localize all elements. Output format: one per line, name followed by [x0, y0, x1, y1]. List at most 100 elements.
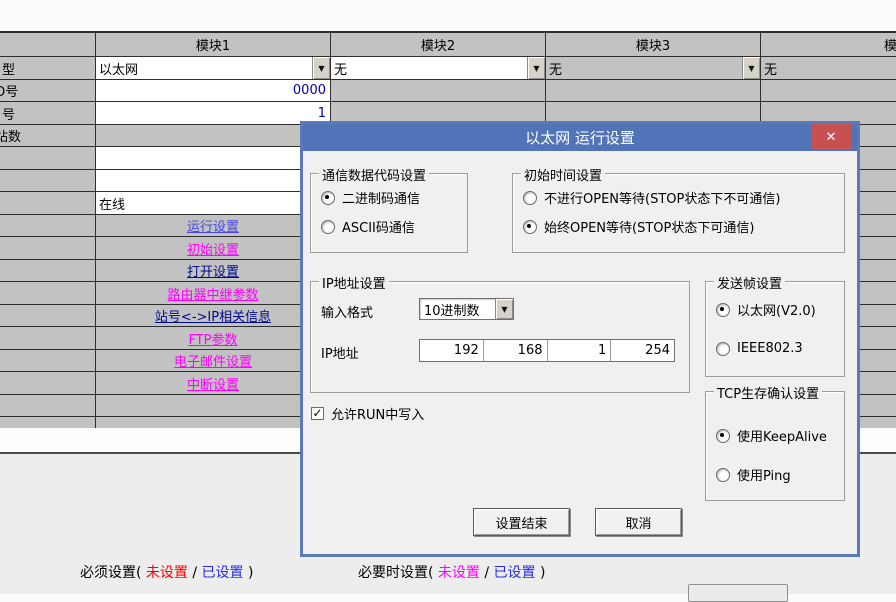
column-header: 模块1	[96, 33, 331, 57]
cell-text: 电子邮件设置	[174, 351, 252, 370]
partial-button[interactable]	[688, 584, 788, 602]
setting-button[interactable]: 运行设置	[96, 215, 331, 237]
checkbox-label: 允许RUN中写入	[331, 404, 424, 423]
network-no-cell[interactable]: 1	[96, 102, 331, 125]
cell-text: 号	[2, 104, 15, 123]
setting-end-button[interactable]: 设置结束	[473, 508, 570, 536]
group-title: 初始时间设置	[521, 165, 605, 184]
cell-text: 站数	[0, 126, 21, 145]
cell-text: 运行设置	[187, 216, 239, 235]
cell-text: 1	[318, 106, 326, 121]
setting-button[interactable]: 初始设置	[96, 237, 331, 260]
mode-cell[interactable]: 在线	[96, 192, 331, 215]
row-label	[0, 147, 96, 170]
dialog-body: 通信数据代码设置 二进制码通信 ASCII码通信 初始时间设置 不进行OPEN等…	[303, 151, 857, 554]
close-button[interactable]: ✕	[811, 124, 851, 150]
dialog-titlebar[interactable]: 以太网 运行设置 ✕	[303, 124, 857, 151]
radio-icon	[523, 220, 537, 234]
radio-icon	[321, 191, 335, 205]
row-label	[0, 282, 96, 305]
radio-ieee802-3[interactable]: IEEE802.3	[706, 341, 844, 356]
ip-address-field: 192 168 1 254	[419, 339, 675, 362]
row-label	[0, 372, 96, 395]
ip-octet-1[interactable]: 192	[420, 340, 483, 361]
legend-separator: /	[484, 565, 489, 581]
table-cell	[96, 125, 331, 147]
row-label	[0, 327, 96, 350]
table-cell	[96, 395, 331, 417]
checkbox-enable-run-write[interactable]: ✓ 允许RUN中写入	[311, 404, 424, 423]
cell-text: O号	[0, 81, 18, 100]
group-title: 通信数据代码设置	[319, 165, 429, 184]
row-label	[0, 215, 96, 237]
table-row: 模块1 模块2 模块3 模	[0, 33, 896, 57]
close-icon: ✕	[826, 130, 837, 145]
radio-ascii-communication[interactable]: ASCII码通信	[311, 217, 467, 236]
cancel-button[interactable]: 取消	[595, 508, 682, 536]
radio-no-open-wait[interactable]: 不进行OPEN等待(STOP状态下不可通信)	[513, 188, 844, 207]
table-cell	[546, 80, 761, 102]
cell-text: 打开设置	[187, 261, 239, 280]
radio-use-keepalive[interactable]: 使用KeepAlive	[706, 426, 844, 445]
ip-octet-3[interactable]: 1	[547, 340, 611, 361]
cell-text: 无	[549, 59, 562, 78]
group-title: TCP生存确认设置	[714, 383, 822, 402]
cell-text: 型	[2, 59, 15, 78]
radio-icon	[716, 468, 730, 482]
cell-text: 无	[334, 59, 347, 78]
row-label	[0, 192, 96, 215]
radio-ethernet-v2[interactable]: 以太网(V2.0)	[706, 300, 844, 319]
group-initial-timing: 初始时间设置 不进行OPEN等待(STOP状态下不可通信) 始终OPEN等待(S…	[512, 173, 845, 253]
radio-icon	[523, 191, 537, 205]
setting-button[interactable]: 中断设置	[96, 372, 331, 395]
dialog-title: 以太网 运行设置	[525, 127, 635, 148]
column-header: 模块2	[331, 33, 546, 57]
table-cell[interactable]	[96, 170, 331, 192]
table-cell	[761, 80, 896, 102]
row-label	[0, 395, 96, 417]
cell-text: 模块1	[196, 35, 230, 54]
input-format-select[interactable]: 10进制数 ▼	[419, 298, 514, 320]
row-label: 号	[0, 102, 96, 125]
network-type-select[interactable]: 无	[761, 57, 896, 80]
group-title: 发送帧设置	[714, 273, 785, 292]
table-row: O号 0000	[0, 80, 896, 102]
table-cell[interactable]	[96, 147, 331, 170]
legend-set: 已设置	[202, 565, 244, 581]
setting-button[interactable]: FTP参数	[96, 327, 331, 350]
dropdown-arrow-icon: ▼	[495, 299, 513, 319]
row-label	[0, 305, 96, 327]
column-header: 模块3	[546, 33, 761, 57]
setting-button[interactable]: 电子邮件设置	[96, 350, 331, 372]
network-type-select[interactable]: 以太网▼	[96, 57, 331, 80]
row-label	[0, 170, 96, 192]
legend-close: )	[540, 565, 545, 581]
cell-text: 路由器中继参数	[167, 284, 258, 303]
group-send-frame: 发送帧设置 以太网(V2.0) IEEE802.3	[705, 281, 845, 377]
cell-text: 模块3	[636, 35, 670, 54]
setting-button[interactable]: 打开设置	[96, 260, 331, 282]
legend-not-set: 未设置	[146, 565, 188, 581]
table-cell	[331, 80, 546, 102]
legend-set: 已设置	[494, 565, 536, 581]
radio-label: 使用KeepAlive	[737, 426, 827, 445]
setting-button[interactable]: 路由器中继参数	[96, 282, 331, 305]
cell-text: 模	[884, 35, 896, 54]
radio-use-ping[interactable]: 使用Ping	[706, 465, 844, 484]
network-type-select[interactable]: 无▼	[546, 57, 761, 80]
legend-required: 必须设置( 未设置 / 已设置 )	[80, 562, 253, 582]
ip-octet-4[interactable]: 254	[610, 340, 674, 361]
radio-binary-communication[interactable]: 二进制码通信	[311, 188, 467, 207]
radio-label: 使用Ping	[737, 465, 791, 484]
dropdown-arrow-icon: ▼	[312, 57, 330, 79]
legend-text: 必要时设置(	[358, 565, 433, 581]
dropdown-arrow-icon: ▼	[742, 57, 760, 79]
legend-text: 必须设置(	[80, 565, 141, 581]
start-io-cell[interactable]: 0000	[96, 80, 331, 102]
dropdown-arrow-icon: ▼	[527, 57, 545, 79]
ip-octet-2[interactable]: 168	[483, 340, 547, 361]
network-type-select[interactable]: 无▼	[331, 57, 546, 80]
row-label: 型	[0, 57, 96, 80]
setting-button[interactable]: 站号<->IP相关信息	[96, 305, 331, 327]
radio-always-open-wait[interactable]: 始终OPEN等待(STOP状态下可通信)	[513, 217, 844, 236]
